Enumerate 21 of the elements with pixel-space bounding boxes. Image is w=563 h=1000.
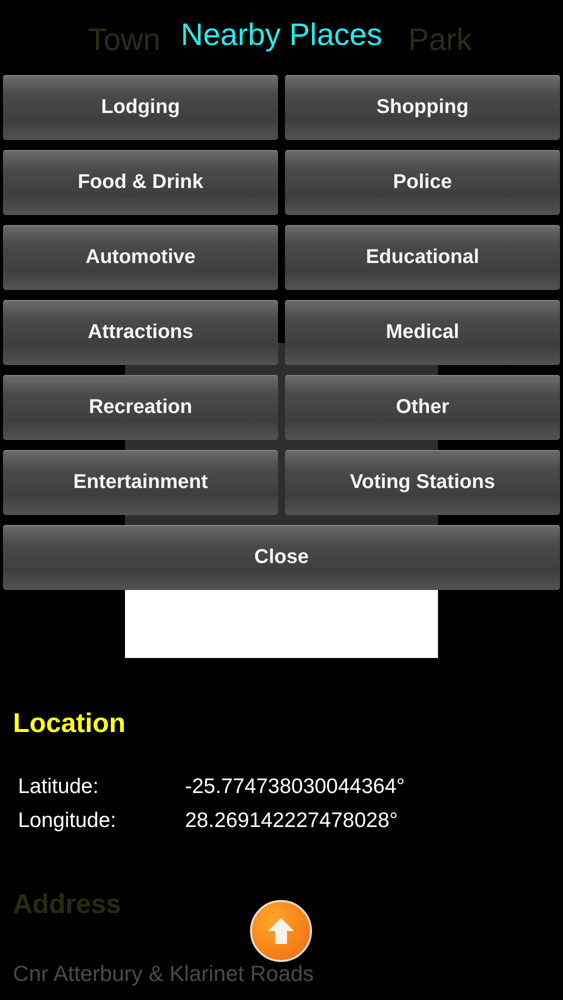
category-button[interactable]: Educational [285,225,560,290]
dialog-title: Nearby Places [180,16,382,52]
section-heading: Location [13,708,126,739]
category-button[interactable]: Voting Stations [285,450,560,515]
category-button[interactable]: Entertainment [3,450,278,515]
up-arrow-icon [266,916,296,946]
coordinate-value: -25.774738030044364° [185,775,406,799]
category-button[interactable]: Food & Drink [3,150,278,215]
category-button[interactable]: Lodging [3,75,278,140]
category-button[interactable]: Other [285,375,560,440]
field-label: Latitude: [18,775,100,799]
category-button[interactable]: Medical [285,300,560,365]
category-button[interactable]: Shopping [285,75,560,140]
category-button[interactable]: Police [285,150,560,215]
category-button[interactable]: Attractions [3,300,278,365]
coordinate-value: 28.269142227478028° [185,809,399,833]
close-button[interactable]: Close [3,525,560,590]
field-label: Longitude: [18,809,118,833]
category-button[interactable]: Automotive [3,225,278,290]
category-button[interactable]: Recreation [3,375,278,440]
address-text: Cnr Atterbury & Klarinet Roads [13,962,315,986]
